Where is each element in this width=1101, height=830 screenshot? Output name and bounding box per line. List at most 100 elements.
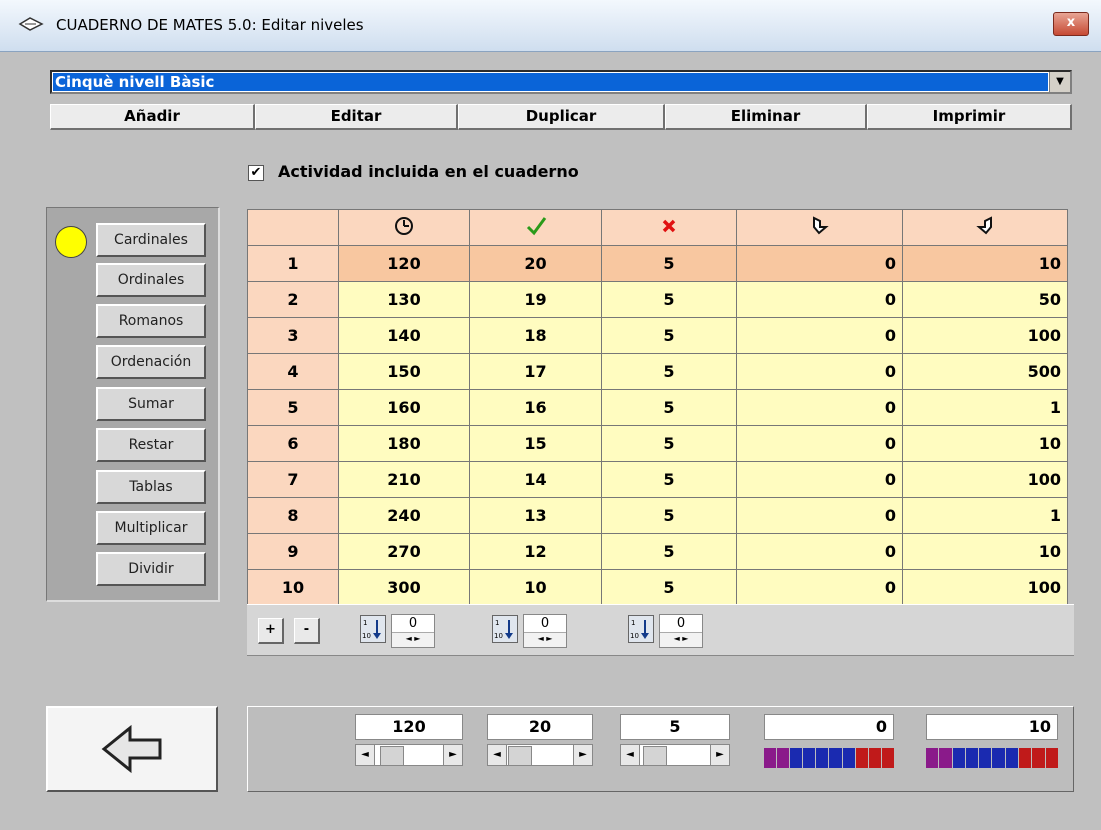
category-tablas[interactable]: Tablas	[96, 470, 206, 504]
scroll-right-icon[interactable]: ►	[573, 745, 592, 765]
hand-up-cell[interactable]: 1	[902, 497, 1068, 534]
table-row[interactable]: 1 120 20 5 0 10	[247, 245, 1068, 282]
time-cell[interactable]: 240	[338, 497, 470, 534]
time-cell[interactable]: 270	[338, 533, 470, 570]
correct-cell[interactable]: 14	[469, 461, 602, 498]
table-row[interactable]: 7 210 14 5 0 100	[247, 461, 1068, 498]
scroll-left-icon[interactable]: ◄	[488, 745, 507, 765]
correct-value-field[interactable]: 20	[487, 714, 593, 740]
time-cell[interactable]: 160	[338, 389, 470, 426]
table-row[interactable]: 6 180 15 5 0 10	[247, 425, 1068, 462]
activity-checkbox[interactable]: ✔	[248, 165, 264, 181]
hand-down-cell[interactable]: 0	[736, 569, 903, 606]
print-button[interactable]: Imprimir	[867, 104, 1072, 130]
errors-cell[interactable]: 5	[601, 497, 737, 534]
hand-up-value-field[interactable]: 10	[926, 714, 1058, 740]
correct-cell[interactable]: 18	[469, 317, 602, 354]
hand-down-color-bar[interactable]	[764, 748, 894, 768]
errors-cell[interactable]: 5	[601, 245, 737, 282]
category-cardinales[interactable]: Cardinales	[96, 223, 206, 257]
remove-row-button[interactable]: -	[294, 618, 320, 644]
spinner-arrows-icon[interactable]: ◄ ►	[392, 632, 434, 647]
close-button[interactable]: x	[1053, 12, 1089, 36]
level-select[interactable]: Cinquè nivell Bàsic ▼	[50, 70, 1072, 94]
hand-up-cell[interactable]: 10	[902, 425, 1068, 462]
hand-up-color-bar[interactable]	[926, 748, 1058, 768]
time-cell[interactable]: 300	[338, 569, 470, 606]
scroll-right-icon[interactable]: ►	[710, 745, 729, 765]
time-cell[interactable]: 180	[338, 425, 470, 462]
category-restar[interactable]: Restar	[96, 428, 206, 462]
spinner-arrows-icon[interactable]: ◄ ►	[524, 632, 566, 647]
hand-down-cell[interactable]: 0	[736, 245, 903, 282]
correct-cell[interactable]: 17	[469, 353, 602, 390]
hand-down-cell[interactable]: 0	[736, 389, 903, 426]
time-cell[interactable]: 140	[338, 317, 470, 354]
errors-cell[interactable]: 5	[601, 425, 737, 462]
table-row[interactable]: 4 150 17 5 0 500	[247, 353, 1068, 390]
duplicate-button[interactable]: Duplicar	[458, 104, 665, 130]
category-ordenacion[interactable]: Ordenación	[96, 345, 206, 379]
category-ordinales[interactable]: Ordinales	[96, 263, 206, 297]
sort-icon[interactable]: 1 10	[628, 615, 654, 643]
errors-scrollbar[interactable]: ◄ ►	[620, 744, 730, 766]
correct-cell[interactable]: 16	[469, 389, 602, 426]
edit-button[interactable]: Editar	[255, 104, 458, 130]
hand-down-cell[interactable]: 0	[736, 533, 903, 570]
table-row[interactable]: 2 130 19 5 0 50	[247, 281, 1068, 318]
hand-up-cell[interactable]: 100	[902, 569, 1068, 606]
chevron-down-icon[interactable]: ▼	[1049, 72, 1070, 92]
errors-cell[interactable]: 5	[601, 533, 737, 570]
spinner-3[interactable]: 0 ◄ ►	[659, 614, 703, 648]
add-button[interactable]: Añadir	[50, 104, 255, 130]
errors-cell[interactable]: 5	[601, 461, 737, 498]
correct-cell[interactable]: 12	[469, 533, 602, 570]
table-row[interactable]: 3 140 18 5 0 100	[247, 317, 1068, 354]
hand-down-cell[interactable]: 0	[736, 353, 903, 390]
errors-value-field[interactable]: 5	[620, 714, 730, 740]
correct-cell[interactable]: 15	[469, 425, 602, 462]
scroll-thumb[interactable]	[380, 746, 404, 766]
sort-icon[interactable]: 1 10	[360, 615, 386, 643]
errors-cell[interactable]: 5	[601, 389, 737, 426]
time-cell[interactable]: 210	[338, 461, 470, 498]
table-row[interactable]: 9 270 12 5 0 10	[247, 533, 1068, 570]
time-scrollbar[interactable]: ◄ ►	[355, 744, 463, 766]
spinner-arrows-icon[interactable]: ◄ ►	[660, 632, 702, 647]
table-row[interactable]: 10 300 10 5 0 100	[247, 569, 1068, 606]
errors-cell[interactable]: 5	[601, 281, 737, 318]
hand-up-cell[interactable]: 100	[902, 461, 1068, 498]
hand-up-cell[interactable]: 1	[902, 389, 1068, 426]
back-button[interactable]	[46, 706, 218, 792]
correct-cell[interactable]: 13	[469, 497, 602, 534]
correct-cell[interactable]: 10	[469, 569, 602, 606]
spinner-1[interactable]: 0 ◄ ►	[391, 614, 435, 648]
category-romanos[interactable]: Romanos	[96, 304, 206, 338]
time-value-field[interactable]: 120	[355, 714, 463, 740]
hand-up-cell[interactable]: 100	[902, 317, 1068, 354]
hand-down-cell[interactable]: 0	[736, 461, 903, 498]
hand-down-cell[interactable]: 0	[736, 281, 903, 318]
scroll-right-icon[interactable]: ►	[443, 745, 462, 765]
category-multiplicar[interactable]: Multiplicar	[96, 511, 206, 545]
hand-down-cell[interactable]: 0	[736, 317, 903, 354]
category-sumar[interactable]: Sumar	[96, 387, 206, 421]
correct-cell[interactable]: 20	[469, 245, 602, 282]
hand-up-cell[interactable]: 500	[902, 353, 1068, 390]
hand-down-cell[interactable]: 0	[736, 425, 903, 462]
time-cell[interactable]: 120	[338, 245, 470, 282]
delete-button[interactable]: Eliminar	[665, 104, 867, 130]
add-row-button[interactable]: +	[258, 618, 284, 644]
hand-down-value-field[interactable]: 0	[764, 714, 894, 740]
hand-down-cell[interactable]: 0	[736, 497, 903, 534]
time-cell[interactable]: 150	[338, 353, 470, 390]
errors-cell[interactable]: 5	[601, 569, 737, 606]
scroll-left-icon[interactable]: ◄	[356, 745, 375, 765]
errors-cell[interactable]: 5	[601, 317, 737, 354]
spinner-2[interactable]: 0 ◄ ►	[523, 614, 567, 648]
scroll-left-icon[interactable]: ◄	[621, 745, 640, 765]
hand-up-cell[interactable]: 10	[902, 533, 1068, 570]
table-row[interactable]: 5 160 16 5 0 1	[247, 389, 1068, 426]
hand-up-cell[interactable]: 50	[902, 281, 1068, 318]
sort-icon[interactable]: 1 10	[492, 615, 518, 643]
